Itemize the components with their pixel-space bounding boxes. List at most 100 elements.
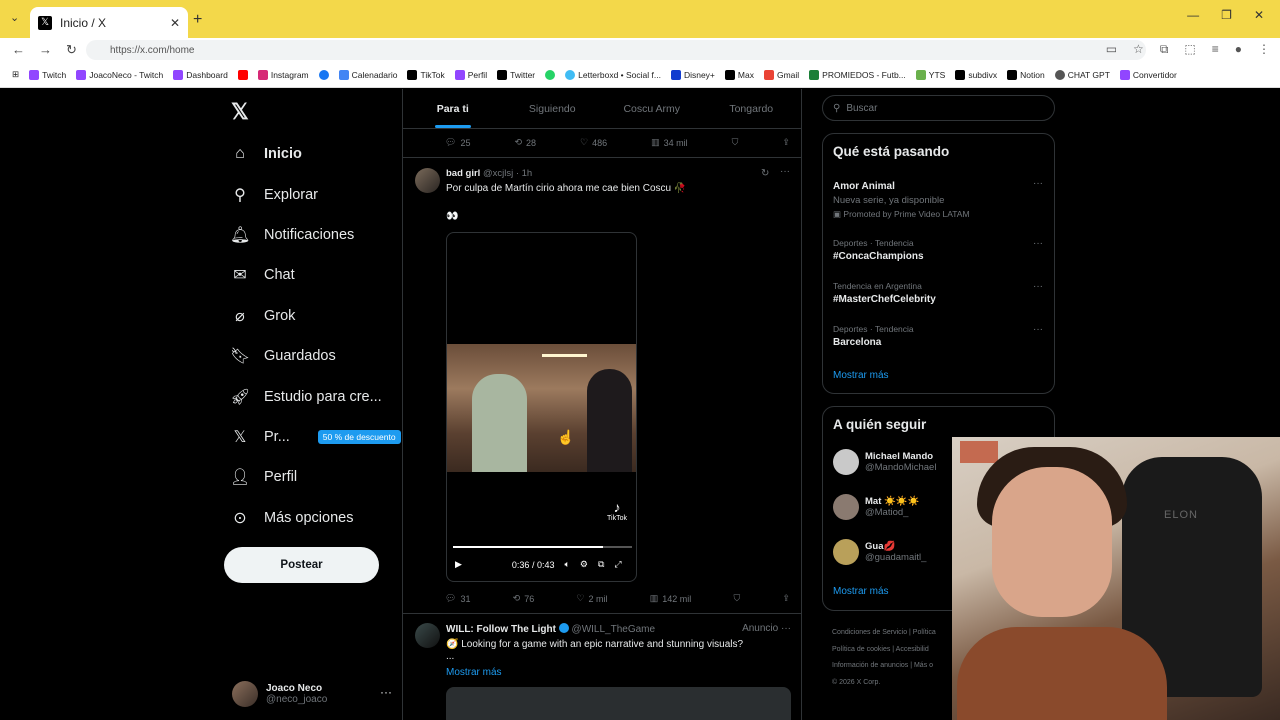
trend-item[interactable]: Amor Animal Nueva serie, ya disponible ▣… [833, 178, 1043, 220]
tweet-author[interactable]: bad girl [446, 168, 480, 179]
reply-button[interactable]: 💬︎ 31 [445, 593, 470, 604]
forward-icon[interactable]: → [39, 42, 52, 58]
profile-icon[interactable]: ● [1235, 42, 1242, 57]
avatar[interactable] [415, 168, 440, 193]
tweet-handle[interactable]: @xcjlsj [483, 168, 513, 179]
ad-author[interactable]: WILL: Follow The Light [446, 624, 556, 635]
more-icon[interactable]: ··· [380, 685, 392, 699]
repost-button[interactable]: ⟲ 28 [514, 137, 536, 148]
bookmark[interactable]: Letterboxd • Social f... [565, 69, 661, 80]
show-more-link[interactable]: Mostrar más [833, 586, 889, 597]
bookmark[interactable]: Max [724, 69, 754, 80]
more-icon[interactable]: ··· [781, 623, 791, 634]
restore-icon[interactable]: ❐ [1221, 8, 1232, 22]
sidebar-item-premium[interactable]: 𝕏 Pr... 50 % de descuento [230, 417, 401, 457]
tab-tongardo[interactable]: Tongardo [702, 89, 802, 128]
reading-list-icon[interactable]: ≡ [1212, 42, 1219, 57]
browser-tab[interactable]: 𝕏 Inicio / X ✕ [30, 7, 188, 38]
bookmark[interactable]: Instagram [257, 69, 309, 80]
sidebar-item-notificaciones[interactable]: 🔔︎ Notificaciones [230, 215, 401, 255]
more-icon[interactable]: ··· [1033, 281, 1043, 292]
extensions-icon[interactable]: ⬚ [1184, 42, 1195, 57]
bookmark[interactable]: Calenadario [338, 69, 397, 80]
new-tab-icon[interactable]: + [193, 11, 202, 29]
back-icon[interactable]: ← [12, 42, 25, 58]
sidebar-item-mas-opciones[interactable]: ⊙ Más opciones [230, 498, 401, 538]
show-more-link[interactable]: Mostrar más [833, 370, 889, 381]
reply-button[interactable]: 💬︎ 25 [445, 137, 470, 148]
bookmark[interactable]: PROMIEDOS - Futb... [809, 69, 906, 80]
bookmark[interactable]: subdivx [955, 69, 997, 80]
menu-icon[interactable]: ⋮ [1258, 42, 1270, 57]
bookmark-button[interactable]: ⛉ [732, 137, 739, 148]
search-input[interactable]: ⚲ Buscar [822, 95, 1055, 121]
sidebar-item-inicio[interactable]: ⌂ Inicio [230, 134, 401, 174]
trend-item[interactable]: Tendencia en Argentina #MasterChefCelebr… [833, 281, 1043, 305]
like-button[interactable]: ♡ 2 mil [576, 593, 607, 604]
tab-search-icon[interactable]: ⌄ [10, 11, 19, 24]
sidebar-item-estudio[interactable]: 🚀︎ Estudio para cre... [230, 376, 401, 416]
ad-handle[interactable]: @WILL_TheGame [572, 624, 656, 635]
minimize-icon[interactable]: — [1187, 8, 1199, 22]
bookmark[interactable]: JoacoNeco - Twitch [76, 69, 163, 80]
bookmark-button[interactable]: ⛉ [733, 593, 740, 604]
show-more-link[interactable]: Mostrar más [446, 667, 502, 678]
sidebar-item-grok[interactable]: ⌀ Grok [230, 296, 401, 336]
apps-icon[interactable]: ⊞ [12, 69, 19, 80]
youtube-bookmark[interactable] [237, 69, 248, 80]
bookmark[interactable]: Convertidor [1119, 69, 1177, 80]
bookmark[interactable]: CHAT GPT [1054, 69, 1110, 80]
follow-suggestion[interactable]: Mat ☀️☀️☀️ @Matiod_ [833, 494, 920, 520]
play-icon[interactable]: ▶ [455, 559, 462, 570]
cast-icon[interactable]: ▭ [1106, 42, 1117, 57]
share-button[interactable]: ⇪ [782, 593, 790, 604]
avatar[interactable] [415, 623, 440, 648]
more-icon[interactable]: ··· [1033, 324, 1043, 335]
sidebar-item-explorar[interactable]: ⚲ Explorar [230, 174, 401, 214]
url-field[interactable]: https://x.com/home [86, 40, 1146, 60]
more-icon[interactable]: ··· [1033, 238, 1043, 249]
account-switcher[interactable]: Joaco Neco @neco_joaco ··· [232, 681, 392, 707]
bookmark[interactable]: Disney+ [670, 69, 715, 80]
volume-icon[interactable]: 🔈︎ [564, 559, 569, 570]
post-button[interactable]: Postear [224, 547, 379, 583]
repost-button[interactable]: ⟲ 76 [513, 593, 535, 604]
star-icon[interactable]: ☆ [1133, 42, 1144, 57]
bookmark[interactable]: YTS [915, 69, 945, 80]
video-progress-bar[interactable] [453, 546, 632, 548]
x-logo-icon[interactable]: 𝕏 [231, 99, 249, 125]
pip-icon[interactable]: ⧉ [598, 559, 604, 570]
bookmark[interactable]: Twitter [497, 69, 535, 80]
more-icon[interactable]: ··· [780, 166, 790, 177]
bookmark[interactable]: Gmail [763, 69, 799, 80]
bookmark[interactable]: Notion [1007, 69, 1045, 80]
window-close-icon[interactable]: ✕ [1254, 8, 1264, 22]
views-button[interactable]: ▥ 142 mil [650, 593, 692, 604]
grok-icon[interactable]: ↻ [761, 168, 769, 179]
tab-para-ti[interactable]: Para ti [403, 89, 503, 128]
follow-suggestion[interactable]: Gua💋 @guadamaitl_ [833, 539, 926, 565]
reload-icon[interactable]: ↻ [66, 42, 77, 58]
ad-media[interactable] [446, 687, 791, 720]
views-button[interactable]: ▥ 34 mil [651, 137, 688, 148]
trend-item[interactable]: Deportes · Tendencia Barcelona ··· [833, 324, 1043, 348]
tab-close-icon[interactable]: ✕ [170, 16, 180, 30]
more-icon[interactable]: ··· [1033, 178, 1043, 189]
settings-icon[interactable]: ⚙ [580, 559, 588, 570]
tab-siguiendo[interactable]: Siguiendo [503, 89, 603, 128]
tweet-time[interactable]: · 1h [516, 168, 532, 179]
sidebar-item-perfil[interactable]: 👤︎ Perfil [230, 457, 401, 497]
translate-icon[interactable]: ⧉ [1160, 42, 1169, 57]
trend-item[interactable]: Deportes · Tendencia #ConcaChampions ··· [833, 238, 1043, 262]
sidebar-item-chat[interactable]: ✉ Chat [230, 255, 401, 295]
follow-suggestion[interactable]: Michael Mando @MandoMichael [833, 449, 936, 475]
like-button[interactable]: ♡ 486 [580, 137, 607, 148]
bookmark[interactable]: Twitch [29, 69, 66, 80]
share-button[interactable]: ⇪ [782, 137, 790, 148]
bookmark[interactable]: Perfil [454, 69, 487, 80]
video-player[interactable]: ♪ TikTok ▶ 0:36 / 0:43 🔈︎ ⚙ ⧉ ⤢ [446, 232, 637, 582]
facebook-bookmark[interactable] [318, 69, 329, 80]
whatsapp-bookmark[interactable] [545, 69, 556, 80]
fullscreen-icon[interactable]: ⤢ [614, 559, 621, 570]
sidebar-item-guardados[interactable]: 🔖︎ Guardados [230, 336, 401, 376]
